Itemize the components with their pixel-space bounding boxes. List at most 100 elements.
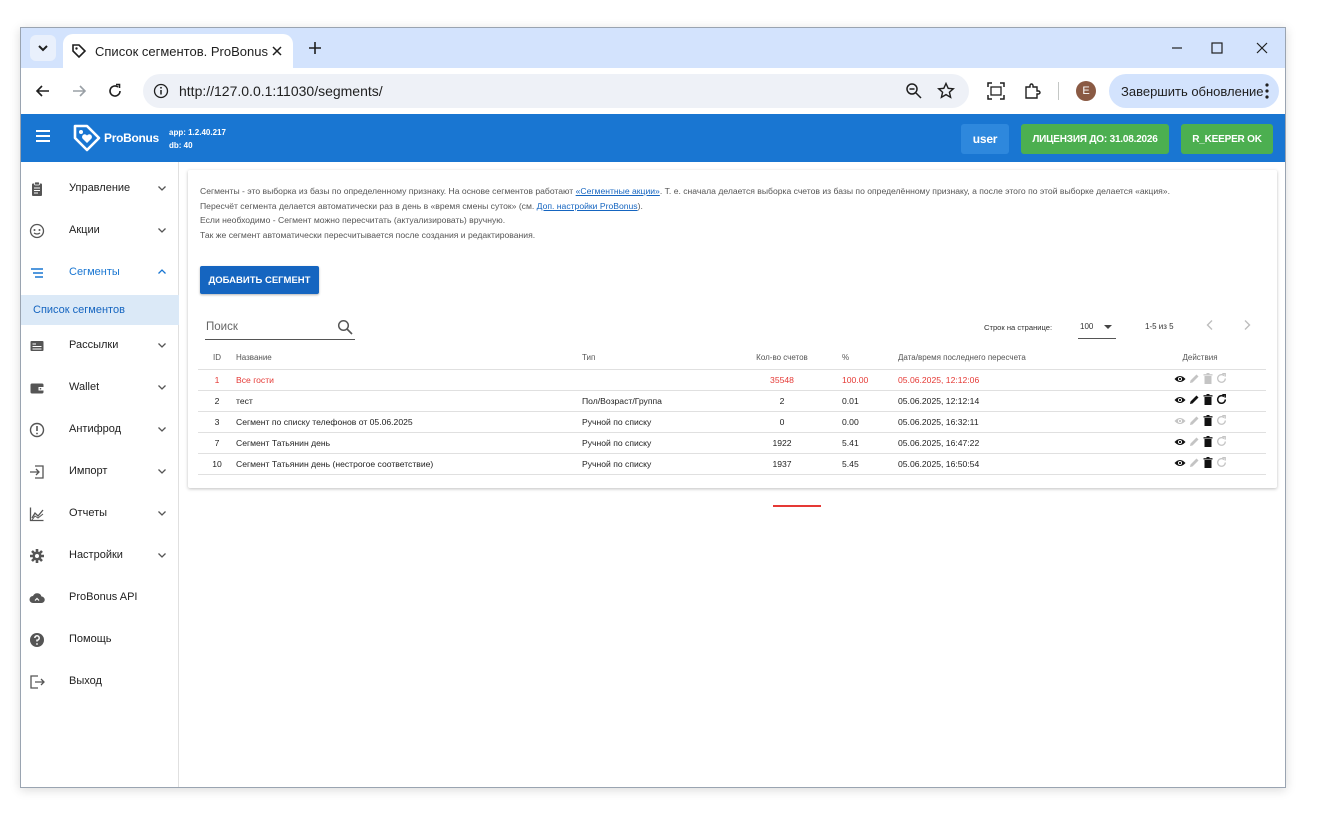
delete-icon[interactable] — [1203, 394, 1213, 405]
table-header-row: ID Название Тип Кол-во счетов % Дата/вре… — [198, 347, 1266, 370]
sidebar-item-label: Рассылки — [69, 339, 119, 351]
maximize-button[interactable] — [1205, 36, 1229, 60]
view-icon[interactable] — [1174, 457, 1186, 469]
delete-icon[interactable] — [1203, 457, 1213, 468]
puzzle-icon — [1025, 83, 1041, 99]
chevron-right-icon[interactable] — [1241, 319, 1253, 331]
sidebar-item-import[interactable]: Импорт — [21, 451, 179, 493]
cell-type: Пол/Возраст/Группа — [582, 390, 722, 412]
delete-icon[interactable] — [1203, 436, 1213, 447]
segment-promotions-link[interactable]: «Сегментные акции» — [576, 186, 660, 196]
rkeeper-status-button[interactable]: R_KEEPER OK — [1181, 124, 1273, 154]
edit-icon[interactable] — [1189, 394, 1200, 405]
edit-icon[interactable] — [1189, 436, 1200, 447]
cell-count: 2 — [722, 390, 842, 412]
user-button[interactable]: user — [961, 124, 1009, 154]
table-row[interactable]: 10 Сегмент Татьянин день (нестрогое соот… — [198, 453, 1266, 475]
sidebar-item-api[interactable]: ProBonus API — [21, 577, 179, 619]
header-pct[interactable]: % — [842, 347, 898, 370]
minimize-button[interactable] — [1165, 36, 1189, 60]
info-line-4: Так же сегмент автоматически пересчитыва… — [200, 229, 536, 240]
search-input[interactable]: Поиск — [205, 316, 355, 340]
recalculate-icon[interactable] — [1216, 457, 1227, 468]
reload-button[interactable] — [103, 79, 127, 103]
sidebar-item-management[interactable]: Управление — [21, 168, 179, 210]
maximize-icon — [1211, 42, 1223, 54]
table-row[interactable]: 2 тест Пол/Возраст/Группа 2 0.01 05.06.2… — [198, 390, 1266, 412]
view-icon[interactable] — [1174, 394, 1186, 406]
sidebar-item-label: Управление — [69, 182, 131, 194]
more-vert-icon — [1265, 83, 1269, 99]
header-datetime[interactable]: Дата/время последнего пересчета — [898, 347, 1138, 370]
cell-id: 2 — [198, 390, 234, 412]
close-window-button[interactable] — [1250, 36, 1274, 60]
finish-update-button[interactable]: Завершить обновление — [1109, 74, 1279, 108]
recalculate-icon[interactable] — [1216, 415, 1227, 426]
bookmark-star-icon[interactable] — [937, 82, 955, 100]
tab-active[interactable]: Список сегментов. ProBonus — [63, 34, 293, 68]
edit-icon[interactable] — [1189, 457, 1200, 468]
sidebar-subitem-segment-list[interactable]: Список сегментов — [21, 295, 179, 325]
view-icon[interactable] — [1174, 415, 1186, 427]
search-icon[interactable] — [337, 319, 353, 335]
recalculate-icon[interactable] — [1216, 436, 1227, 447]
cell-datetime: 05.06.2025, 12:12:14 — [898, 390, 1138, 412]
profile-avatar[interactable]: E — [1076, 81, 1096, 101]
sidebar-item-antifraud[interactable]: Антифрод — [21, 409, 179, 451]
zoom-icon[interactable] — [905, 82, 923, 100]
recalculate-icon[interactable] — [1216, 373, 1227, 384]
toolbar-divider — [1058, 82, 1059, 100]
cell-actions — [1138, 453, 1266, 475]
header-id[interactable]: ID — [198, 347, 234, 370]
chevron-left-icon[interactable] — [1204, 319, 1216, 331]
rows-per-page-select[interactable]: 100 — [1078, 317, 1116, 339]
highlight-underline — [773, 505, 821, 507]
sidebar-item-reports[interactable]: Отчеты — [21, 493, 179, 535]
table-row[interactable]: 3 Сегмент по списку телефонов от 05.06.2… — [198, 411, 1266, 433]
site-info-icon[interactable] — [153, 83, 169, 99]
recalculate-icon[interactable] — [1216, 394, 1227, 405]
sidebar-item-logout[interactable]: Выход — [21, 661, 179, 703]
add-segment-button[interactable]: ДОБАВИТЬ СЕГМЕНТ — [200, 266, 319, 294]
chevron-down-icon — [158, 343, 166, 348]
sidebar-item-settings[interactable]: Настройки — [21, 535, 179, 577]
header-count[interactable]: Кол-во счетов — [722, 347, 842, 370]
eye-outline-icon — [29, 223, 45, 239]
segments-table: ID Название Тип Кол-во счетов % Дата/вре… — [198, 347, 1266, 475]
pagination-range: 1-5 из 5 — [1145, 322, 1174, 331]
sidebar-item-label: Антифрод — [69, 423, 122, 435]
new-tab-button[interactable] — [304, 37, 326, 59]
header-name[interactable]: Название — [234, 347, 582, 370]
tab-search-button[interactable] — [30, 35, 56, 61]
sidebar-item-label: Помощь — [69, 633, 112, 645]
close-tab-icon[interactable] — [269, 43, 285, 59]
address-bar[interactable]: http://127.0.0.1:11030/segments/ — [143, 74, 969, 108]
screenshot-button[interactable] — [984, 79, 1008, 103]
forward-button[interactable] — [67, 79, 91, 103]
hamburger-menu-icon[interactable] — [35, 129, 51, 143]
url-text[interactable]: http://127.0.0.1:11030/segments/ — [179, 83, 383, 99]
edit-icon[interactable] — [1189, 415, 1200, 426]
sidebar-item-help[interactable]: Помощь — [21, 619, 179, 661]
delete-icon[interactable] — [1203, 373, 1213, 384]
db-version: db: 40 — [169, 141, 193, 150]
edit-icon[interactable] — [1189, 373, 1200, 384]
sidebar-item-wallet[interactable]: Wallet — [21, 367, 179, 409]
delete-icon[interactable] — [1203, 415, 1213, 426]
chevron-down-icon — [158, 553, 166, 558]
sidebar-item-promotions[interactable]: Акции — [21, 210, 179, 252]
table-row[interactable]: 7 Сегмент Татьянин день Ручной по списку… — [198, 432, 1266, 454]
extensions-button[interactable] — [1020, 79, 1044, 103]
header-type[interactable]: Тип — [582, 347, 722, 370]
version-info: app: 1.2.40.217 db: 40 — [169, 126, 226, 152]
view-icon[interactable] — [1174, 436, 1186, 448]
view-icon[interactable] — [1174, 373, 1186, 385]
sidebar-item-label: ProBonus API — [69, 591, 138, 603]
extra-settings-link[interactable]: Доп. настройки ProBonus — [537, 201, 638, 211]
sidebar-item-mailings[interactable]: Рассылки — [21, 325, 179, 367]
sidebar-item-segments[interactable]: Сегменты — [21, 252, 179, 294]
back-button[interactable] — [31, 79, 55, 103]
chevron-down-icon — [158, 427, 166, 432]
table-row[interactable]: 1 Все гости 35548 100.00 05.06.2025, 12:… — [198, 369, 1266, 391]
license-button[interactable]: ЛИЦЕНЗИЯ ДО: 31.08.2026 — [1021, 124, 1169, 154]
